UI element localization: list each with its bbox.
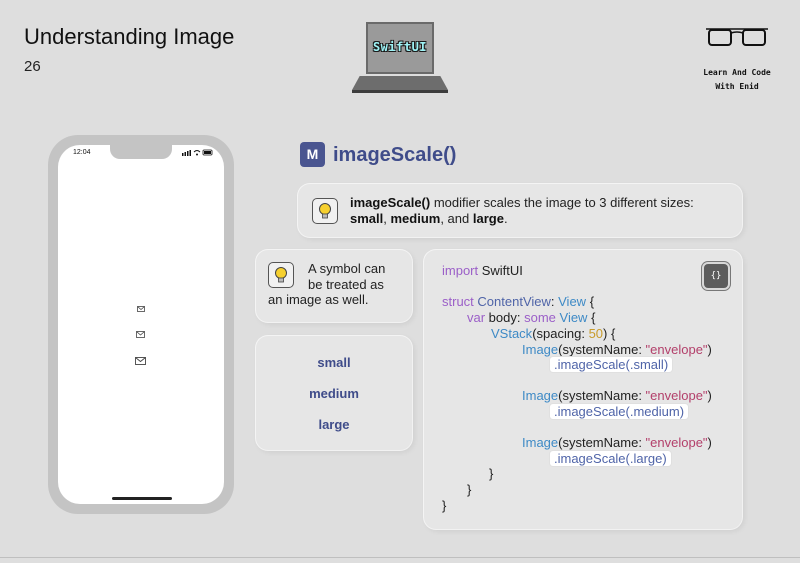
code-line-vstack: VStack(spacing: 50) { xyxy=(491,326,616,341)
brand-line-1: Learn And Code xyxy=(703,68,771,77)
method-title: imageScale() xyxy=(333,144,457,166)
laptop-base xyxy=(352,76,448,90)
symbol-note-line-3: an image as well. xyxy=(268,292,369,307)
symbol-note-line-1: A symbol can xyxy=(308,261,386,276)
code-braces-icon[interactable]: {} xyxy=(704,264,728,288)
envelope-icon-large xyxy=(135,357,146,365)
symbol-note-text: A symbol can be treated as an image as w… xyxy=(268,261,404,308)
size-medium: medium xyxy=(309,386,359,401)
envelope-icon-medium xyxy=(136,331,145,338)
symbol-note-line-2: be treated as xyxy=(308,276,384,292)
tip-sep-2: , and xyxy=(440,211,473,226)
laptop-logo-text: SwiftUI xyxy=(372,40,428,54)
code-line-body: var body: some View { xyxy=(467,310,596,325)
size-small: small xyxy=(317,355,351,370)
size-large: large xyxy=(318,417,350,432)
home-indicator xyxy=(112,497,172,500)
brand-line-2: With Enid xyxy=(715,82,759,91)
code-line-image-3: Image(systemName: "envelope") xyxy=(522,435,712,450)
status-icons xyxy=(182,149,214,158)
iphone-preview: 12:04 xyxy=(48,135,234,514)
code-line-image-1: Image(systemName: "envelope") xyxy=(522,342,712,357)
page-title: Understanding Image xyxy=(24,24,235,49)
code-line-struct: struct ContentView: View { xyxy=(442,294,595,309)
tip-desc: modifier scales the image to 3 different… xyxy=(430,195,694,210)
code-line-close-struct: } xyxy=(442,498,447,513)
method-badge: M xyxy=(300,142,325,167)
code-line-modifier-large: .imageScale(.large) xyxy=(550,451,671,467)
code-line-modifier-medium: .imageScale(.medium) xyxy=(550,404,689,420)
lightbulb-icon xyxy=(312,198,338,224)
bottom-divider xyxy=(0,557,800,558)
tip-small: small xyxy=(350,211,384,226)
phone-screen: 12:04 xyxy=(58,145,224,504)
sizes-card: small medium large xyxy=(256,336,412,450)
tip-medium: medium xyxy=(390,211,441,226)
code-card: {} import SwiftUI struct ContentView: Vi… xyxy=(424,250,742,529)
envelope-icon-small xyxy=(137,306,145,312)
status-time: 12:04 xyxy=(73,149,91,156)
signal-wifi-battery-icon xyxy=(182,149,213,156)
code-line-close-vstack: } xyxy=(489,466,494,481)
tip-text: imageScale() modifier scales the image t… xyxy=(350,195,728,227)
glasses-icon xyxy=(706,28,768,46)
code-line-modifier-small: .imageScale(.small) xyxy=(550,357,673,373)
brand-text: Learn And Code With Enid xyxy=(694,66,780,94)
code-line-close-body: } xyxy=(467,482,472,497)
tip-method: imageScale() xyxy=(350,195,431,210)
tip-large: large xyxy=(472,211,504,226)
tip-card: imageScale() modifier scales the image t… xyxy=(298,184,742,237)
swiftui-laptop-logo: SwiftUI xyxy=(352,22,448,96)
code-line-import: import SwiftUI xyxy=(442,263,523,278)
phone-notch xyxy=(110,145,172,159)
laptop-screen: SwiftUI xyxy=(366,22,434,74)
page-number: 26 xyxy=(24,58,41,75)
tip-end: . xyxy=(503,211,508,226)
code-line-image-2: Image(systemName: "envelope") xyxy=(522,388,712,403)
symbol-note-card: A symbol can be treated as an image as w… xyxy=(256,250,412,322)
laptop-base-edge xyxy=(352,90,448,93)
